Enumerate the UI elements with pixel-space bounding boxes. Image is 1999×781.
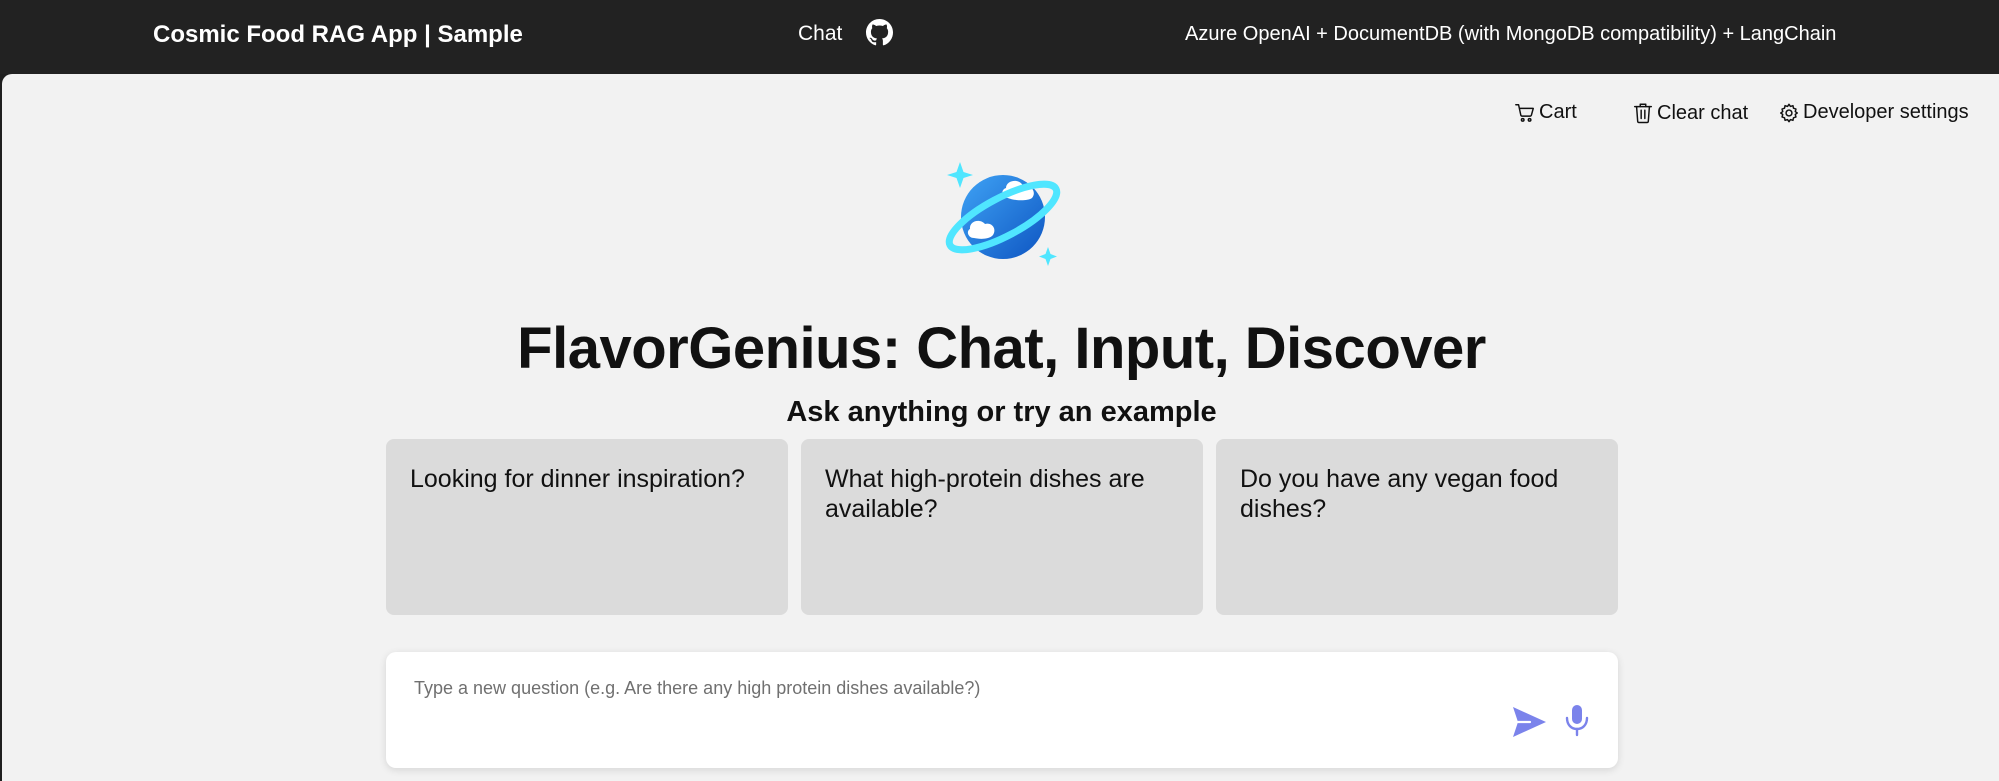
example-card-high-protein[interactable]: What high-protein dishes are available? [801, 439, 1203, 615]
cart-button[interactable]: Cart [1514, 101, 1577, 124]
clear-chat-button[interactable]: Clear chat [1632, 101, 1748, 125]
developer-settings-label: Developer settings [1803, 101, 1969, 123]
microphone-icon[interactable] [1564, 703, 1590, 737]
send-icon[interactable] [1510, 704, 1548, 740]
gear-icon [1778, 102, 1800, 124]
top-header: Cosmic Food RAG App | Sample Chat Azure … [0, 0, 1999, 74]
page-subtitle: Ask anything or try an example [786, 396, 1217, 429]
chat-panel: Cart Clear chat Developer settings Flavo… [2, 74, 1999, 781]
clear-chat-label: Clear chat [1657, 101, 1749, 124]
cart-icon [1514, 102, 1536, 124]
app-brand-title[interactable]: Cosmic Food RAG App | Sample [153, 21, 523, 49]
question-composer [386, 652, 1618, 768]
trash-icon [1632, 101, 1654, 125]
header-tagline: Azure OpenAI + DocumentDB (with MongoDB … [1185, 23, 1837, 45]
nav-chat-link[interactable]: Chat [798, 22, 842, 46]
question-input[interactable] [412, 676, 1536, 720]
cosmos-planet-icon [940, 152, 1064, 276]
example-card-vegan[interactable]: Do you have any vegan food dishes? [1216, 439, 1618, 615]
developer-settings-button[interactable]: Developer settings [1778, 101, 1969, 124]
example-card-dinner[interactable]: Looking for dinner inspiration? [386, 439, 788, 615]
page-title: FlavorGenius: Chat, Input, Discover [517, 315, 1486, 381]
cart-label: Cart [1539, 101, 1577, 123]
github-icon[interactable] [866, 19, 893, 46]
